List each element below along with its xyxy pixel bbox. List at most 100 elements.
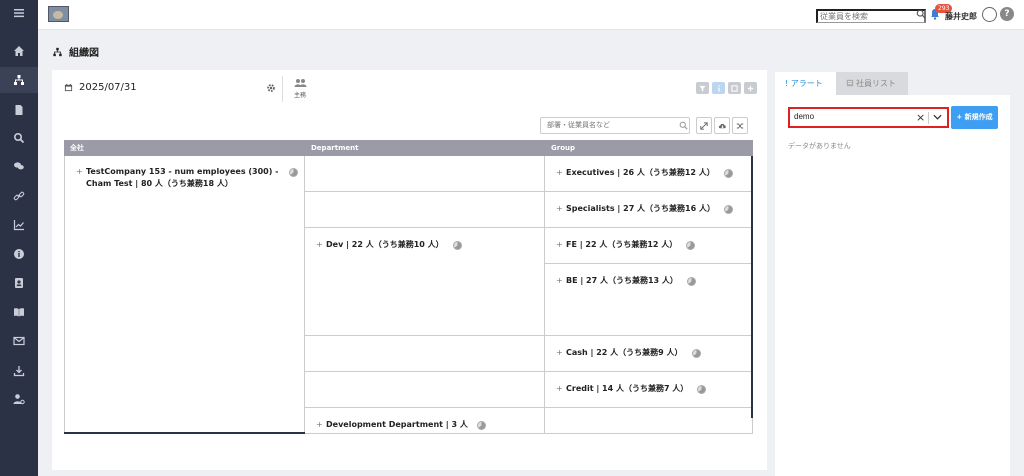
download-button[interactable] (714, 117, 730, 134)
alert-select[interactable]: × (788, 107, 949, 128)
expand-plus-icon[interactable]: + (316, 419, 323, 431)
member-search-input[interactable] (540, 117, 690, 134)
company-underline (64, 432, 310, 434)
expand-plus-icon[interactable]: + (556, 203, 563, 215)
expand-button[interactable] (696, 117, 712, 134)
user-name[interactable]: 藤井史郎 (945, 11, 977, 22)
avatar[interactable] (982, 7, 997, 22)
home-icon[interactable] (0, 38, 38, 64)
company-node-label: TestCompany 153 - num employees (300) - … (86, 167, 279, 188)
pie-chart-icon[interactable] (476, 421, 486, 430)
pie-chart-icon[interactable] (691, 349, 701, 358)
clear-icon[interactable]: × (916, 111, 925, 124)
expand-plus-icon[interactable]: + (556, 383, 563, 395)
expand-plus-icon[interactable]: + (556, 167, 563, 179)
search-icon[interactable] (0, 125, 38, 151)
expand-plus-icon[interactable]: + (556, 239, 563, 251)
department-node-label: Development Department | 3 人 (326, 420, 468, 429)
calendar-icon (64, 83, 73, 92)
company-node[interactable]: + TestCompany 153 - num employees (300) … (76, 166, 298, 190)
pie-chart-icon[interactable] (686, 277, 696, 286)
filter-button[interactable] (696, 82, 709, 94)
department-cell (305, 372, 545, 408)
shuffle-button[interactable] (732, 117, 748, 134)
chat-icon[interactable] (0, 153, 38, 179)
pie-chart-icon[interactable] (289, 168, 298, 177)
book-icon[interactable] (0, 299, 38, 325)
group-node-label: Executives | 26 人（うち兼務12 人） (566, 168, 715, 177)
group-node[interactable]: + Executives | 26 人（うち兼務12 人） (556, 167, 733, 179)
download-icon[interactable] (0, 358, 38, 384)
help-icon[interactable]: ? (1000, 7, 1014, 21)
copy-icon (731, 84, 738, 92)
company-logo[interactable] (48, 6, 69, 22)
new-create-button[interactable]: + 新規作成 (951, 106, 998, 129)
cloud-download-icon (718, 123, 726, 128)
department-node-label: Dev | 22 人（うち兼務10 人） (326, 240, 444, 249)
chart-icon[interactable] (0, 212, 38, 238)
link-icon[interactable] (0, 183, 38, 209)
group-node[interactable]: + FE | 22 人（うち兼務12 人） (556, 239, 696, 251)
group-node[interactable]: + Credit | 14 人（うち兼務7 人） (556, 383, 707, 395)
column-header-company: 全社 (64, 140, 305, 156)
mail-icon[interactable] (0, 328, 38, 354)
settings-gear-icon[interactable] (266, 83, 276, 96)
alert-select-value[interactable] (794, 112, 904, 121)
expand-plus-icon[interactable]: + (76, 166, 83, 178)
info-icon[interactable] (0, 241, 38, 267)
group-node-label: Credit | 14 人（うち兼務7 人） (566, 384, 689, 393)
column-header-group: Group (545, 140, 753, 156)
document-icon[interactable] (0, 97, 38, 123)
department-cell (305, 336, 545, 372)
contact-card-icon[interactable] (0, 270, 38, 296)
group-node-label: BE | 27 人（うち兼務13 人） (566, 276, 678, 285)
group-node-label: Cash | 22 人（うち兼務9 人） (566, 348, 683, 357)
pie-chart-icon[interactable] (697, 385, 707, 394)
user-settings-icon[interactable] (0, 386, 38, 412)
divider (282, 76, 283, 102)
search-icon[interactable] (916, 9, 926, 22)
users-icon (294, 79, 306, 87)
date-picker[interactable]: 2025/07/31 (64, 82, 137, 93)
group-node-label: Specialists | 27 人（うち兼務16 人） (566, 204, 715, 213)
main-duty-label: 主務 (293, 92, 306, 99)
department-node[interactable]: + Dev | 22 人（うち兼務10 人） (316, 239, 462, 251)
company-cell (64, 156, 305, 434)
filter-icon (699, 85, 706, 92)
group-node[interactable]: + Specialists | 27 人（うち兼務16 人） (556, 203, 733, 215)
group-edge-line (751, 156, 753, 418)
org-grid: 全社 Department Group + TestCompany 153 - … (64, 140, 753, 434)
group-node-label: FE | 22 人（うち兼務12 人） (566, 240, 678, 249)
group-cell (545, 408, 753, 434)
divider (928, 112, 929, 124)
main-duty-toggle[interactable]: 主務 (292, 78, 308, 99)
employee-search-input[interactable] (816, 9, 926, 23)
expand-plus-icon[interactable]: + (556, 275, 563, 287)
top-bar: 293 藤井史郎 ? (38, 0, 1024, 30)
pie-chart-icon[interactable] (723, 205, 733, 214)
pie-chart-icon[interactable] (723, 169, 733, 178)
expand-plus-icon[interactable]: + (316, 239, 323, 251)
group-node[interactable]: + BE | 27 人（うち兼務13 人） (556, 275, 696, 287)
page-title: 組織図 (52, 44, 99, 59)
chevron-down-icon[interactable] (933, 113, 942, 123)
search-icon[interactable] (679, 121, 688, 133)
pie-chart-icon[interactable] (452, 241, 462, 250)
group-node[interactable]: + Cash | 22 人（うち兼務9 人） (556, 347, 701, 359)
info-icon (717, 84, 720, 92)
tab-employee-list[interactable]: 社員リスト (836, 72, 908, 95)
pie-chart-icon[interactable] (686, 241, 696, 250)
copy-button[interactable] (728, 82, 741, 94)
org-chart-icon[interactable] (0, 67, 38, 93)
shuffle-icon (736, 123, 744, 128)
expand-plus-icon[interactable]: + (556, 347, 563, 359)
org-chart-icon (53, 47, 62, 56)
tab-alert[interactable]: ! アラート (775, 72, 836, 95)
info-button[interactable] (712, 82, 725, 94)
add-button[interactable] (744, 82, 757, 94)
department-node[interactable]: + Development Department | 3 人 (316, 419, 486, 431)
expand-icon (700, 121, 708, 130)
menu-icon[interactable] (0, 0, 38, 26)
page-title-text: 組織図 (69, 48, 99, 59)
department-cell (305, 192, 545, 228)
